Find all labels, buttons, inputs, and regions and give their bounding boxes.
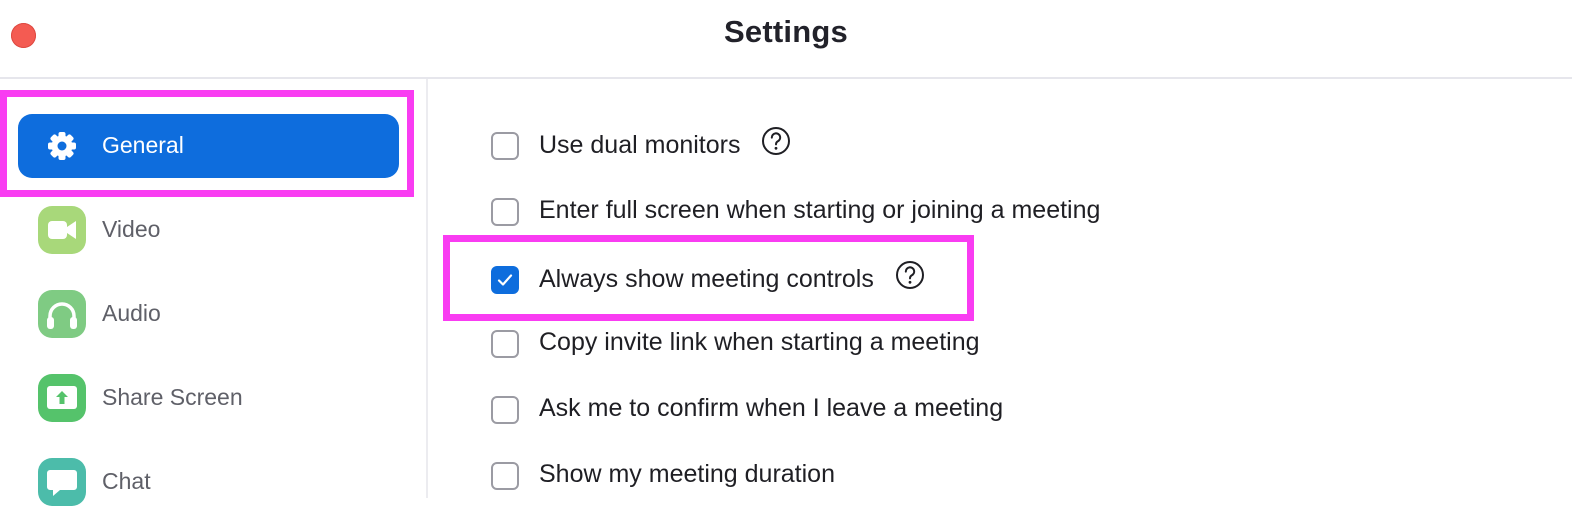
option-label: Show my meeting duration bbox=[539, 460, 835, 488]
checkbox[interactable] bbox=[491, 396, 519, 424]
sidebar-item-chat[interactable]: Chat bbox=[18, 450, 399, 514]
checkbox[interactable] bbox=[491, 330, 519, 358]
help-circle-icon[interactable] bbox=[761, 126, 791, 163]
option-label: Ask me to confirm when I leave a meeting bbox=[539, 394, 1004, 422]
share-screen-icon bbox=[38, 374, 86, 422]
option-label: Copy invite link when starting a meeting bbox=[539, 328, 980, 356]
sidebar-item-video[interactable]: Video bbox=[18, 198, 399, 262]
chat-bubble-icon bbox=[38, 458, 86, 506]
window-title: Settings bbox=[724, 14, 848, 49]
option-label: Enter full screen when starting or joini… bbox=[539, 196, 1101, 224]
video-camera-icon bbox=[38, 206, 86, 254]
sidebar-item-label: Video bbox=[102, 216, 161, 242]
sidebar-item-audio[interactable]: Audio bbox=[18, 282, 399, 346]
sidebar-item-label: Share Screen bbox=[102, 384, 243, 410]
highlight-annotation-meeting-controls bbox=[443, 235, 974, 321]
highlight-annotation-general bbox=[0, 90, 414, 197]
checkbox[interactable] bbox=[491, 198, 519, 226]
checkbox[interactable] bbox=[491, 132, 519, 160]
sidebar-item-label: Chat bbox=[102, 468, 151, 494]
title-bar: Settings bbox=[0, 0, 1572, 79]
sidebar-item-share-screen[interactable]: Share Screen bbox=[18, 366, 399, 430]
checkbox[interactable] bbox=[491, 462, 519, 490]
option-label: Use dual monitors bbox=[539, 131, 741, 160]
sidebar-item-label: Audio bbox=[102, 300, 161, 326]
headphones-icon bbox=[38, 290, 86, 338]
